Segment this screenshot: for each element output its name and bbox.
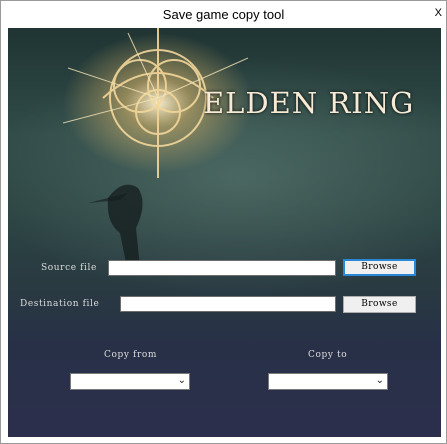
copy-to-label: Copy to <box>308 350 348 360</box>
client-area: ELDEN RING Source file Browse Destinatio… <box>8 28 441 437</box>
copy-to-select[interactable]: ⌄ <box>268 373 388 390</box>
app-window: Save game copy tool X ELDEN RING Source … <box>0 0 447 444</box>
close-button[interactable]: X <box>435 7 442 19</box>
source-file-label: Source file <box>41 263 97 273</box>
destination-file-label: Destination file <box>20 299 100 309</box>
source-browse-button[interactable]: Browse <box>343 259 416 276</box>
destination-file-input[interactable] <box>120 296 336 312</box>
chevron-down-icon: ⌄ <box>375 375 384 386</box>
chevron-down-icon: ⌄ <box>177 375 186 386</box>
window-title: Save game copy tool <box>162 7 285 22</box>
title-bar: Save game copy tool X <box>1 1 446 28</box>
destination-browse-button[interactable]: Browse <box>343 296 416 313</box>
copy-from-label: Copy from <box>104 350 157 360</box>
source-file-input[interactable] <box>108 260 336 276</box>
game-logo: ELDEN RING <box>203 86 415 120</box>
copy-from-select[interactable]: ⌄ <box>70 373 190 390</box>
